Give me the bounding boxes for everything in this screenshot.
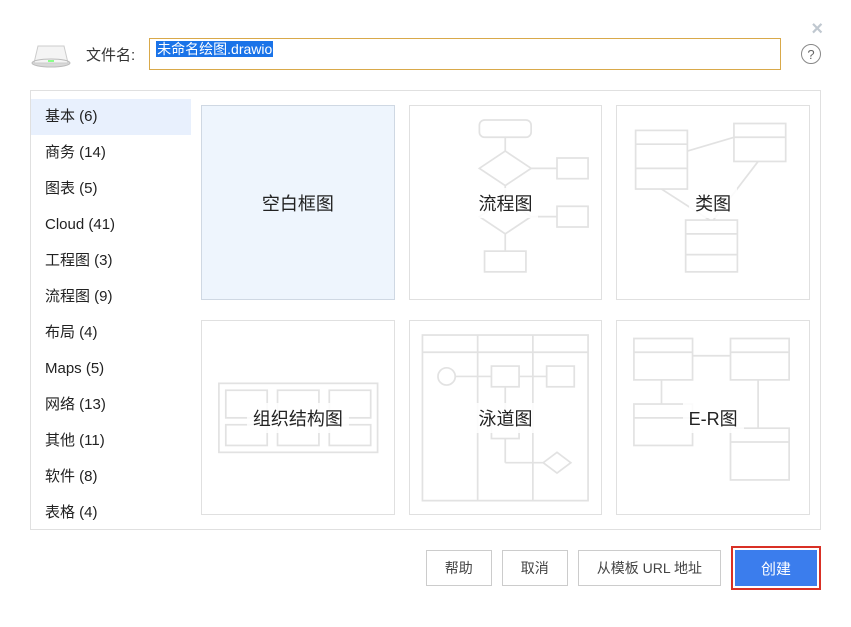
close-icon[interactable]: × [811, 18, 823, 41]
sidebar-item-10[interactable]: 软件 (8) [31, 459, 191, 495]
footer-row: 帮助 取消 从模板 URL 地址 创建 [30, 546, 821, 590]
cancel-button[interactable]: 取消 [502, 550, 568, 586]
template-label: E-R图 [683, 403, 744, 433]
category-sidebar: 基本 (6)商务 (14)图表 (5)Cloud (41)工程图 (3)流程图 … [31, 91, 191, 529]
template-er[interactable]: E-R图 [616, 320, 810, 515]
template-flow[interactable]: 流程图 [409, 105, 603, 300]
new-diagram-dialog: × 文件名: 未命名绘图.drawio ? 基本 (6)商务 (14)图表 (5… [0, 0, 851, 627]
help-button[interactable]: 帮助 [426, 550, 492, 586]
sidebar-item-0[interactable]: 基本 (6) [31, 99, 191, 135]
create-button[interactable]: 创建 [735, 550, 817, 586]
template-label: 流程图 [472, 188, 538, 218]
main-box: 基本 (6)商务 (14)图表 (5)Cloud (41)工程图 (3)流程图 … [30, 90, 821, 530]
drive-icon [30, 40, 72, 68]
sidebar-item-7[interactable]: Maps (5) [31, 351, 191, 387]
filename-label: 文件名: [86, 44, 135, 65]
template-class[interactable]: 类图 [616, 105, 810, 300]
sidebar-item-6[interactable]: 布局 (4) [31, 315, 191, 351]
sidebar-item-3[interactable]: Cloud (41) [31, 207, 191, 243]
sidebar-item-4[interactable]: 工程图 (3) [31, 243, 191, 279]
sidebar-item-11[interactable]: 表格 (4) [31, 495, 191, 529]
create-button-highlight: 创建 [731, 546, 821, 590]
template-label: 类图 [689, 188, 737, 218]
template-swim[interactable]: 泳道图 [409, 320, 603, 515]
template-blank[interactable]: 空白框图 [201, 105, 395, 300]
sidebar-item-1[interactable]: 商务 (14) [31, 135, 191, 171]
template-grid: 空白框图 流程图 类图组织结构图 泳道图 E-R图 [191, 91, 820, 529]
filename-input[interactable]: 未命名绘图.drawio [149, 38, 781, 70]
header-row: 文件名: 未命名绘图.drawio ? [30, 38, 821, 70]
sidebar-item-2[interactable]: 图表 (5) [31, 171, 191, 207]
sidebar-item-9[interactable]: 其他 (11) [31, 423, 191, 459]
sidebar-item-8[interactable]: 网络 (13) [31, 387, 191, 423]
from-template-url-button[interactable]: 从模板 URL 地址 [578, 550, 721, 586]
template-label: 组织结构图 [247, 403, 349, 433]
sidebar-item-5[interactable]: 流程图 (9) [31, 279, 191, 315]
template-label: 空白框图 [256, 188, 340, 218]
template-org[interactable]: 组织结构图 [201, 320, 395, 515]
template-label: 泳道图 [472, 403, 538, 433]
help-icon[interactable]: ? [801, 44, 821, 64]
